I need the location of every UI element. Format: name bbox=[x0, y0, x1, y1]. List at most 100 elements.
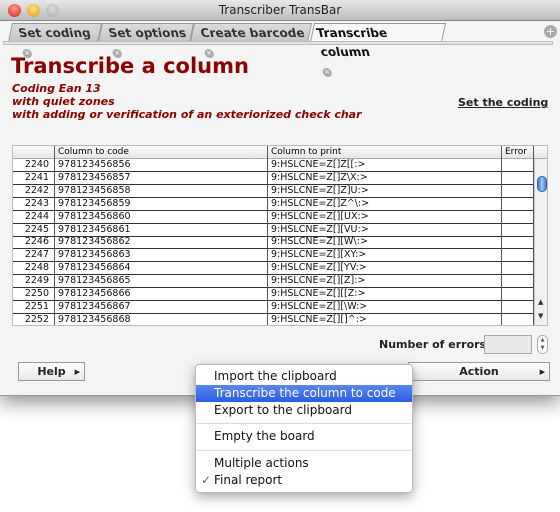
menu-item-empty-board[interactable]: Empty the board bbox=[196, 428, 412, 445]
tab-set-options[interactable]: Set options× bbox=[97, 23, 195, 58]
cell-print[interactable]: 9:HSLCNE=Z[][VU:> bbox=[268, 223, 502, 237]
cell-error[interactable] bbox=[502, 300, 534, 314]
cell-print[interactable]: 9:HSLCNE=Z[][W\:> bbox=[268, 236, 502, 250]
action-label: Action bbox=[459, 365, 499, 378]
scroll-down-arrow-icon[interactable]: ▼ bbox=[538, 312, 543, 320]
cell-index[interactable]: 2252 bbox=[13, 313, 55, 325]
table-row[interactable]: 2243 978123456859 9:HSLCNE=Z[]Z^\:> bbox=[13, 197, 534, 211]
cell-error[interactable] bbox=[502, 223, 534, 237]
tab-create-barcode[interactable]: Create barcode× bbox=[189, 23, 313, 58]
cell-print[interactable]: 9:HSLCNE=Z[][YV:> bbox=[268, 262, 502, 276]
cell-print[interactable]: 9:HSLCNE=Z[][Z]:> bbox=[268, 275, 502, 289]
cell-index[interactable]: 2249 bbox=[13, 275, 55, 289]
transcription-table: Column to code Column to print Error 224… bbox=[12, 145, 548, 326]
cell-index[interactable]: 2244 bbox=[13, 210, 55, 224]
table-row[interactable]: 2240 978123456856 9:HSLCNE=Z[]Z[[:> bbox=[13, 159, 534, 172]
action-menu: Import the clipboard Transcribe the colu… bbox=[195, 364, 413, 493]
cell-error[interactable] bbox=[502, 313, 534, 325]
cell-code[interactable]: 978123456862 bbox=[55, 236, 268, 250]
table-row[interactable]: 2244 978123456860 9:HSLCNE=Z[][UX:> bbox=[13, 210, 534, 224]
column-header-error[interactable]: Error bbox=[502, 146, 534, 159]
triangle-right-icon: ▶ bbox=[74, 368, 80, 376]
menu-item-transcribe-column[interactable]: Transcribe the column to code bbox=[196, 385, 412, 402]
cell-index[interactable]: 2247 bbox=[13, 249, 55, 263]
cell-code[interactable]: 978123456866 bbox=[55, 288, 268, 301]
cell-error[interactable] bbox=[502, 184, 534, 198]
menu-item-export-clipboard[interactable]: Export to the clipboard bbox=[196, 402, 412, 419]
cell-index[interactable]: 2248 bbox=[13, 262, 55, 276]
add-tab-icon[interactable]: + bbox=[544, 25, 557, 38]
cell-code[interactable]: 978123456864 bbox=[55, 262, 268, 276]
cell-index[interactable]: 2241 bbox=[13, 171, 55, 185]
number-of-errors-label: Number of errors bbox=[379, 338, 487, 351]
menu-item-import-clipboard[interactable]: Import the clipboard bbox=[196, 368, 412, 385]
cell-code[interactable]: 978123456856 bbox=[55, 159, 268, 172]
table-row[interactable]: 2246 978123456862 9:HSLCNE=Z[][W\:> bbox=[13, 236, 534, 250]
cell-print[interactable]: 9:HSLCNE=Z[]Z\X:> bbox=[268, 171, 502, 185]
table-row[interactable]: 2248 978123456864 9:HSLCNE=Z[][YV:> bbox=[13, 262, 534, 276]
cell-print[interactable]: 9:HSLCNE=Z[][\W:> bbox=[268, 300, 502, 314]
cell-index[interactable]: 2245 bbox=[13, 223, 55, 237]
cell-print[interactable]: 9:HSLCNE=Z[]Z^\:> bbox=[268, 197, 502, 211]
cell-print[interactable]: 9:HSLCNE=Z[]Z]U:> bbox=[268, 184, 502, 198]
tab-transcribe-column[interactable]: Transcribe column× bbox=[309, 23, 447, 77]
checkmark-icon: ✓ bbox=[201, 473, 212, 487]
cell-code[interactable]: 978123456858 bbox=[55, 184, 268, 198]
minimize-window-button[interactable] bbox=[27, 4, 40, 17]
cell-error[interactable] bbox=[502, 159, 534, 172]
table-row[interactable]: 2242 978123456858 9:HSLCNE=Z[]Z]U:> bbox=[13, 184, 534, 198]
close-tab-icon[interactable]: × bbox=[321, 68, 333, 77]
menu-item-multiple-actions[interactable]: Multiple actions bbox=[196, 455, 412, 472]
cell-code[interactable]: 978123456861 bbox=[55, 223, 268, 237]
cell-code[interactable]: 978123456867 bbox=[55, 300, 268, 314]
cell-code[interactable]: 978123456865 bbox=[55, 275, 268, 289]
cell-error[interactable] bbox=[502, 288, 534, 301]
zoom-window-button[interactable] bbox=[46, 4, 59, 17]
close-window-button[interactable] bbox=[8, 4, 21, 17]
table-row[interactable]: 2247 978123456863 9:HSLCNE=Z[][XY:> bbox=[13, 249, 534, 263]
scroll-up-arrow-icon[interactable]: ▲ bbox=[538, 298, 543, 306]
cell-error[interactable] bbox=[502, 262, 534, 276]
cell-print[interactable]: 9:HSLCNE=Z[][XY:> bbox=[268, 249, 502, 263]
cell-print[interactable]: 9:HSLCNE=Z[][[Z:> bbox=[268, 288, 502, 301]
cell-index[interactable]: 2243 bbox=[13, 197, 55, 211]
cell-code[interactable]: 978123456868 bbox=[55, 313, 268, 325]
cell-error[interactable] bbox=[502, 171, 534, 185]
cell-code[interactable]: 978123456857 bbox=[55, 171, 268, 185]
cell-error[interactable] bbox=[502, 210, 534, 224]
number-of-errors-field[interactable] bbox=[484, 335, 532, 354]
cell-code[interactable]: 978123456859 bbox=[55, 197, 268, 211]
cell-index[interactable]: 2251 bbox=[13, 300, 55, 314]
cell-index[interactable]: 2242 bbox=[13, 184, 55, 198]
action-button[interactable]: Action ▶ bbox=[408, 362, 550, 381]
table-row[interactable]: 2241 978123456857 9:HSLCNE=Z[]Z\X:> bbox=[13, 171, 534, 185]
column-header-print[interactable]: Column to print bbox=[268, 146, 502, 159]
cell-error[interactable] bbox=[502, 275, 534, 289]
column-header-index[interactable] bbox=[13, 146, 55, 159]
errors-stepper[interactable]: ▲ ▼ bbox=[537, 335, 548, 354]
scrollbar-thumb[interactable] bbox=[537, 176, 547, 192]
help-button[interactable]: Help ▶ bbox=[18, 362, 85, 381]
table-row[interactable]: 2249 978123456865 9:HSLCNE=Z[][Z]:> bbox=[13, 275, 534, 289]
set-coding-link[interactable]: Set the coding bbox=[458, 96, 548, 109]
cell-error[interactable] bbox=[502, 249, 534, 263]
cell-index[interactable]: 2246 bbox=[13, 236, 55, 250]
vertical-scrollbar[interactable]: ▲ ▼ bbox=[534, 159, 547, 325]
tab-set-coding[interactable]: Set coding× bbox=[7, 23, 103, 58]
cell-index[interactable]: 2240 bbox=[13, 159, 55, 172]
cell-error[interactable] bbox=[502, 197, 534, 211]
cell-error[interactable] bbox=[502, 236, 534, 250]
column-header-code[interactable]: Column to code bbox=[55, 146, 268, 159]
cell-print[interactable]: 9:HSLCNE=Z[]Z[[:> bbox=[268, 159, 502, 172]
table-row[interactable]: 2245 978123456861 9:HSLCNE=Z[][VU:> bbox=[13, 223, 534, 237]
cell-print[interactable]: 9:HSLCNE=Z[][UX:> bbox=[268, 210, 502, 224]
cell-code[interactable]: 978123456860 bbox=[55, 210, 268, 224]
table-row[interactable]: 2252 978123456868 9:HSLCNE=Z[][]^:> bbox=[13, 313, 534, 325]
cell-print[interactable]: 9:HSLCNE=Z[][]^:> bbox=[268, 313, 502, 325]
cell-index[interactable]: 2250 bbox=[13, 288, 55, 301]
menu-item-final-report[interactable]: ✓ Final report bbox=[196, 472, 412, 489]
table-row[interactable]: 2250 978123456866 9:HSLCNE=Z[][[Z:> bbox=[13, 288, 534, 301]
table-row[interactable]: 2251 978123456867 9:HSLCNE=Z[][\W:> bbox=[13, 300, 534, 314]
cell-code[interactable]: 978123456863 bbox=[55, 249, 268, 263]
triangle-right-icon: ▶ bbox=[539, 368, 545, 376]
